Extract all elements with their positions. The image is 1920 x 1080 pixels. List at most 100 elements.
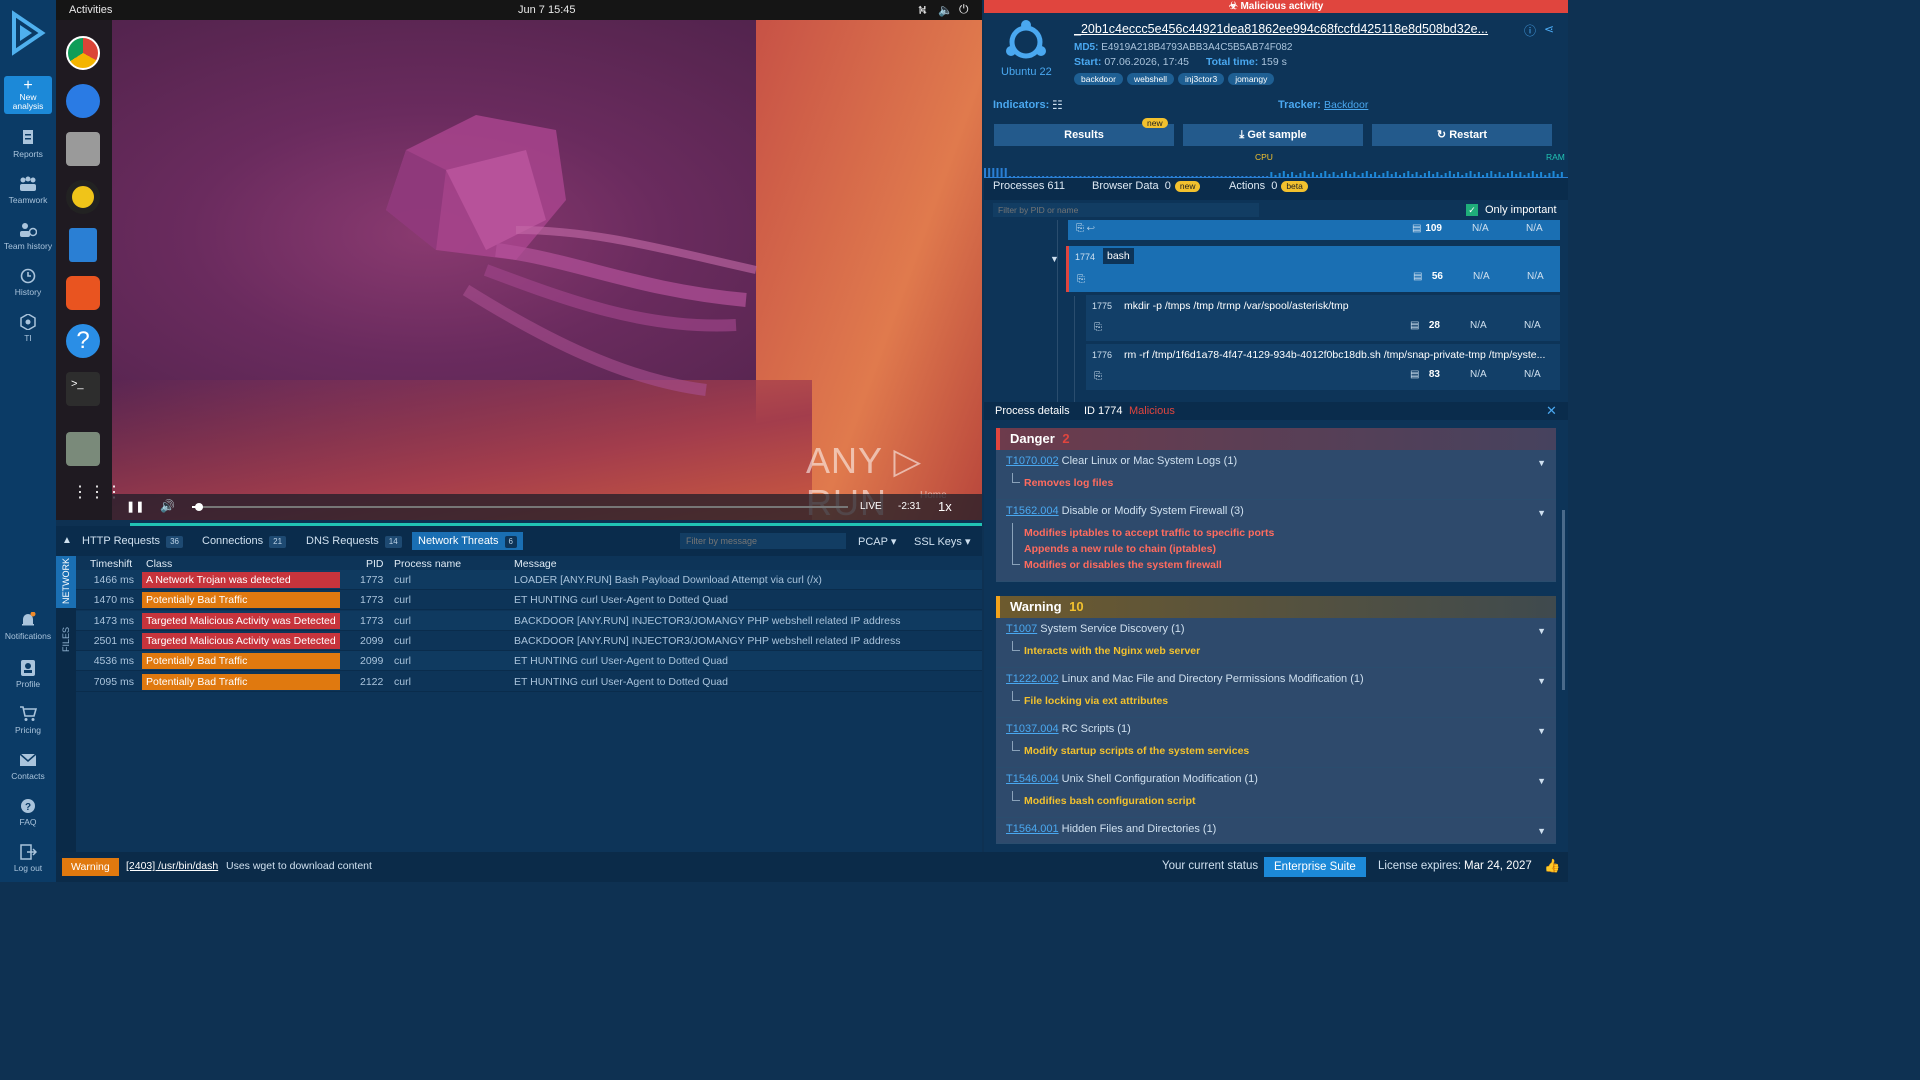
process-node-bash[interactable]: 1774 bash ⎘ ▤ 56 N/A N/A: [1066, 246, 1560, 292]
chevron-down-icon[interactable]: ▼: [1537, 626, 1546, 636]
nav-logout[interactable]: Log out: [0, 844, 56, 873]
technique-item[interactable]: T1007 System Service Discovery (1) ▼ Inter…: [996, 618, 1556, 668]
network-icon[interactable]: ⛕: [918, 3, 927, 19]
pcap-dropdown[interactable]: PCAP ▾: [858, 535, 896, 548]
tab-network-threats[interactable]: Network Threats 6: [412, 532, 523, 550]
activities-button[interactable]: Activities: [69, 4, 112, 16]
seek-knob[interactable]: [194, 503, 203, 511]
volume-control-icon[interactable]: 🔊: [160, 499, 175, 513]
clock[interactable]: Jun 7 15:45: [518, 4, 576, 16]
message-filter-input[interactable]: [680, 533, 846, 549]
new-analysis-button[interactable]: + New analysis: [4, 76, 52, 114]
technique-link[interactable]: T1546.004: [1006, 773, 1059, 785]
behavior-item[interactable]: Modifies iptables to accept traffic to s…: [1024, 527, 1274, 539]
indicators-icon[interactable]: ☷: [1052, 98, 1063, 112]
behavior-item[interactable]: Modify startup scripts of the system ser…: [1024, 745, 1249, 757]
software-icon[interactable]: [66, 276, 100, 310]
technique-link[interactable]: T1037.004: [1006, 723, 1059, 735]
technique-link[interactable]: T1222.002: [1006, 673, 1059, 685]
tag[interactable]: webshell: [1126, 73, 1175, 85]
nav-pricing[interactable]: Pricing: [0, 706, 56, 735]
table-row[interactable]: 1466 ms A Network Trojan was detected 1773…: [76, 570, 982, 590]
technique-link[interactable]: T1564.001: [1006, 823, 1059, 835]
collapse-node-icon[interactable]: ▼: [1050, 254, 1059, 264]
tag[interactable]: jomangy: [1228, 73, 1275, 85]
nav-contacts[interactable]: Contacts: [0, 752, 56, 781]
tab-dns-requests[interactable]: DNS Requests 14: [300, 532, 408, 550]
ssl-keys-dropdown[interactable]: SSL Keys ▾: [914, 535, 971, 548]
only-important-checkbox[interactable]: ✓: [1466, 204, 1478, 216]
col-class[interactable]: Class: [146, 558, 172, 570]
technique-link[interactable]: T1070.002: [1006, 455, 1059, 467]
technique-item[interactable]: T1222.002 Linux and Mac File and Directo…: [996, 668, 1556, 718]
writer-icon[interactable]: [69, 228, 97, 262]
chevron-down-icon[interactable]: ▼: [1537, 826, 1546, 836]
status-process-link[interactable]: [2403] /usr/bin/dash: [126, 860, 218, 872]
chevron-down-icon[interactable]: ▼: [1537, 508, 1546, 518]
speed-button[interactable]: 1x: [938, 499, 952, 514]
seek-bar[interactable]: [192, 506, 848, 508]
sample-filename[interactable]: _20b1c4eccc5e456c44921dea81862ee994c68fc…: [1074, 22, 1514, 36]
table-row[interactable]: 1470 ms Potentially Bad Traffic 1773 curl ET…: [76, 590, 982, 611]
process-node-mkdir[interactable]: 1775 mkdir -p /tmps /tmp /trmp /var/spoo…: [1086, 295, 1560, 341]
table-row[interactable]: 1473 ms Targeted Malicious Activity was D…: [76, 610, 982, 631]
nav-history[interactable]: History: [0, 268, 56, 297]
nav-team-history[interactable]: Team history: [0, 222, 56, 251]
col-process[interactable]: Process name: [394, 558, 461, 570]
technique-link[interactable]: T1562.004: [1006, 505, 1059, 517]
trash-icon[interactable]: [66, 432, 100, 466]
danger-header[interactable]: Danger 2: [996, 428, 1556, 450]
behavior-item[interactable]: File locking via ext attributes: [1024, 695, 1168, 707]
tab-http-requests[interactable]: HTTP Requests 36: [76, 532, 189, 550]
process-node-rm[interactable]: 1776 rm -rf /tmp/1f6d1a78-4f47-4129-934b…: [1086, 344, 1560, 390]
chevron-down-icon[interactable]: ▼: [1537, 726, 1546, 736]
table-row[interactable]: 2501 ms Targeted Malicious Activity was D…: [76, 630, 982, 651]
thunderbird-icon[interactable]: [66, 84, 100, 118]
share-icon[interactable]: ⋖: [1544, 22, 1554, 36]
technique-item[interactable]: T1562.004 Disable or Modify System Firew…: [996, 500, 1556, 582]
table-row[interactable]: 4536 ms Potentially Bad Traffic 2099 curl ET…: [76, 651, 982, 672]
behavior-item[interactable]: Modifies or disables the system firewall: [1024, 559, 1222, 571]
nav-notifications[interactable]: Notifications: [0, 612, 56, 641]
tab-actions[interactable]: Actions 0 beta: [1229, 180, 1308, 192]
tab-connections[interactable]: Connections 21: [196, 532, 292, 550]
chrome-icon[interactable]: [66, 36, 100, 70]
technique-item[interactable]: T1546.004 Unix Shell Configuration Modif…: [996, 768, 1556, 818]
technique-link[interactable]: T1007: [1006, 623, 1037, 635]
chevron-down-icon[interactable]: ▼: [1537, 776, 1546, 786]
technique-item[interactable]: T1037.004 RC Scripts (1) ▼ Modify startup …: [996, 718, 1556, 768]
info-icon[interactable]: ⓘ: [1524, 22, 1536, 39]
power-icon[interactable]: ⏻: [959, 2, 969, 17]
scrollbar[interactable]: [1562, 510, 1565, 690]
tracker-link[interactable]: Backdoor: [1324, 99, 1368, 111]
technique-item[interactable]: T1070.002 Clear Linux or Mac System Logs…: [996, 450, 1556, 500]
col-message[interactable]: Message: [514, 558, 557, 570]
plan-badge[interactable]: Enterprise Suite: [1264, 857, 1366, 877]
behavior-item[interactable]: Appends a new rule to chain (iptables): [1024, 543, 1216, 555]
behavior-item[interactable]: Removes log files: [1024, 477, 1113, 489]
files-icon[interactable]: [66, 132, 100, 166]
behavior-item[interactable]: Interacts with the Nginx web server: [1024, 645, 1200, 657]
thumbs-up-icon[interactable]: 👍: [1544, 858, 1560, 874]
collapse-icon[interactable]: ▲: [62, 535, 72, 546]
col-pid[interactable]: PID: [366, 558, 384, 570]
warning-header[interactable]: Warning 10: [996, 596, 1556, 618]
anyrun-logo[interactable]: [8, 10, 48, 56]
md5-value[interactable]: E4919A218B4793ABB3A4C5B5AB74F082: [1101, 42, 1292, 53]
live-label[interactable]: LIVE: [860, 501, 882, 512]
nav-reports[interactable]: Reports: [0, 130, 56, 159]
get-sample-button[interactable]: ⤓ Get sample: [1183, 124, 1363, 146]
side-tab-files[interactable]: FILES: [61, 627, 71, 652]
nav-ti[interactable]: TI: [0, 314, 56, 343]
process-node[interactable]: ⎘ ↩ ▤ 109 N/A N/A: [1068, 220, 1560, 240]
nav-teamwork[interactable]: Teamwork: [0, 176, 56, 205]
nav-profile[interactable]: Profile: [0, 660, 56, 689]
tag[interactable]: inj3ctor3: [1178, 73, 1225, 85]
pid-filter-input[interactable]: [993, 203, 1259, 217]
col-timeshift[interactable]: Timeshift: [90, 558, 132, 570]
pause-icon[interactable]: ❚❚: [126, 500, 144, 513]
rhythmbox-icon[interactable]: [66, 180, 100, 214]
chevron-down-icon[interactable]: ▼: [1537, 676, 1546, 686]
nav-faq[interactable]: ? FAQ: [0, 798, 56, 827]
tag[interactable]: backdoor: [1074, 73, 1123, 85]
